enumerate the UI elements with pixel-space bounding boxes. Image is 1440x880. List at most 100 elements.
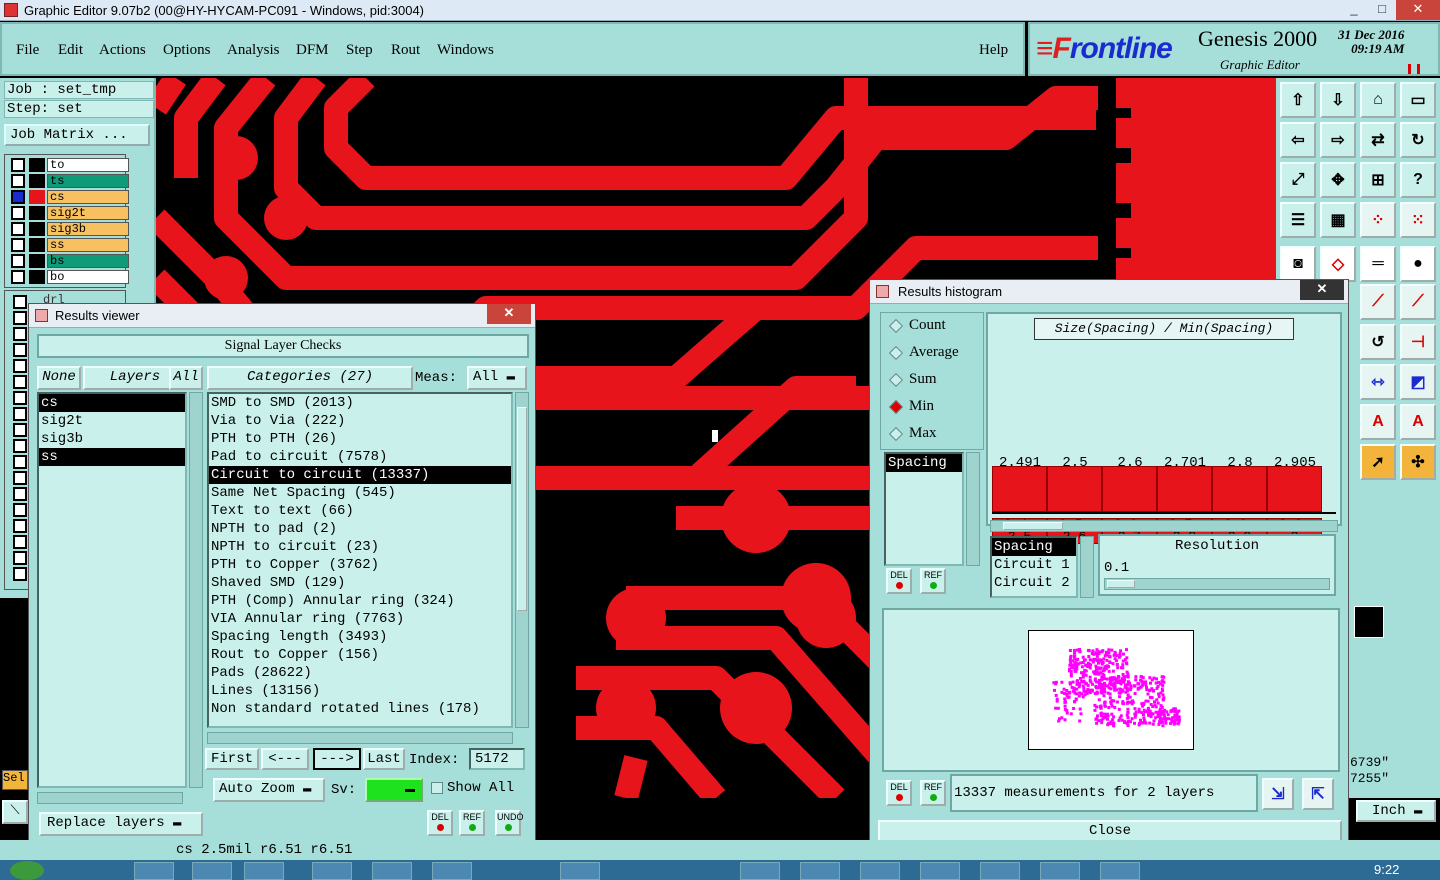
list-item[interactable]: Circuit to circuit (13337): [209, 466, 511, 484]
home-view-icon[interactable]: ⌂: [1360, 82, 1396, 118]
layer-checkbox[interactable]: [11, 270, 25, 284]
list-item[interactable]: PTH to Copper (3762): [209, 556, 511, 574]
menu-windows[interactable]: Windows: [437, 42, 494, 59]
snap-icon[interactable]: ⁘: [1360, 202, 1396, 238]
layer-checkbox[interactable]: [11, 158, 25, 172]
zoom-1-1-icon[interactable]: ⊞: [1360, 162, 1396, 198]
all-layers-button[interactable]: All: [169, 366, 203, 390]
layer-checkbox[interactable]: [13, 503, 27, 517]
layer-row[interactable]: ts: [11, 173, 129, 189]
list-item[interactable]: Via to Via (222): [209, 412, 511, 430]
settings-icon[interactable]: ☰: [1280, 202, 1316, 238]
layer-checkbox[interactable]: [13, 519, 27, 533]
index-input[interactable]: 5172: [469, 748, 525, 770]
results-viewer-close-button[interactable]: ✕: [487, 304, 531, 324]
export-icon[interactable]: ⇲: [1262, 778, 1294, 810]
first-button[interactable]: First: [205, 748, 259, 770]
list-item[interactable]: NPTH to circuit (23): [209, 538, 511, 556]
taskbar-item[interactable]: [192, 862, 232, 880]
layer-results-list[interactable]: cs sig2t sig3b ss: [37, 392, 187, 788]
radio-indicator[interactable]: [888, 318, 904, 333]
list-item[interactable]: cs: [39, 394, 185, 412]
close-button[interactable]: ✕: [1396, 0, 1440, 20]
next-button[interactable]: --->: [313, 748, 361, 770]
taskbar-item[interactable]: [860, 862, 900, 880]
grid-icon[interactable]: ▦: [1320, 202, 1356, 238]
line-tool-icon[interactable]: ⟋: [1360, 284, 1396, 320]
layer-checkbox[interactable]: [13, 551, 27, 565]
hist-del-button-2[interactable]: DEL: [886, 780, 912, 806]
undo-button[interactable]: UNDO: [495, 810, 524, 836]
histogram-bar[interactable]: [1267, 466, 1322, 512]
taskbar-item[interactable]: [980, 862, 1020, 880]
list-item[interactable]: Shaved SMD (129): [209, 574, 511, 592]
job-matrix-button[interactable]: Job Matrix ...: [4, 124, 150, 146]
list-item[interactable]: Text to text (66): [209, 502, 511, 520]
list-item[interactable]: sig3b: [39, 430, 185, 448]
ruler-icon[interactable]: ═: [1360, 246, 1396, 282]
attribute-scrollbar[interactable]: [966, 452, 980, 566]
category-scrollbar[interactable]: [515, 392, 529, 728]
list-item[interactable]: Spacing: [992, 538, 1076, 556]
taskbar-item[interactable]: [372, 862, 412, 880]
pan-left-icon[interactable]: ⇦: [1280, 122, 1316, 158]
histogram-bar[interactable]: [1047, 466, 1102, 512]
text-a-alt-icon[interactable]: A: [1400, 404, 1436, 440]
layer-checkbox[interactable]: [13, 423, 27, 437]
categories-button[interactable]: Categories (27): [207, 366, 413, 390]
arc-tool-icon[interactable]: ↺: [1360, 324, 1396, 360]
property-scrollbar[interactable]: [1080, 536, 1094, 598]
segment-tool-icon[interactable]: ⟋: [1400, 284, 1436, 320]
histogram-hscrollbar[interactable]: [990, 520, 1338, 532]
layer-checkbox[interactable]: [11, 190, 25, 204]
resolution-slider[interactable]: [1104, 578, 1330, 590]
category-list[interactable]: SMD to SMD (2013) Via to Via (222) PTH to …: [207, 392, 513, 728]
layer-checkbox[interactable]: [13, 295, 27, 309]
histogram-bar[interactable]: [1212, 466, 1267, 512]
list-item[interactable]: Circuit 2: [992, 574, 1076, 592]
import-icon[interactable]: ⇱: [1302, 778, 1334, 810]
fill-mode-icon[interactable]: ◙: [1280, 246, 1316, 282]
minimize-button[interactable]: _: [1340, 0, 1368, 20]
layer-checkbox[interactable]: [13, 343, 27, 357]
radio-indicator[interactable]: [888, 345, 904, 360]
radio-average[interactable]: Average: [888, 344, 959, 361]
radio-indicator[interactable]: [888, 399, 904, 414]
radio-sum[interactable]: Sum: [888, 371, 937, 388]
list-item[interactable]: Rout to Copper (156): [209, 646, 511, 664]
layer-row[interactable]: to: [11, 157, 129, 173]
layer-checkbox[interactable]: [13, 439, 27, 453]
show-all-checkbox[interactable]: [431, 782, 443, 794]
list-item[interactable]: Pad to circuit (7578): [209, 448, 511, 466]
layer-row[interactable]: sig2t: [11, 205, 129, 221]
drc-marker[interactable]: [712, 430, 718, 442]
list-item[interactable]: ss: [39, 448, 185, 466]
taskbar-item[interactable]: [740, 862, 780, 880]
query-icon[interactable]: ?: [1400, 162, 1436, 198]
layer-list-hscrollbar[interactable]: [37, 792, 183, 804]
layer-row[interactable]: cs: [11, 189, 129, 205]
pad-icon[interactable]: ●: [1400, 246, 1436, 282]
taskbar-item[interactable]: [800, 862, 840, 880]
taskbar-item[interactable]: [1100, 862, 1140, 880]
redraw-icon[interactable]: ↻: [1400, 122, 1436, 158]
menu-analysis[interactable]: Analysis: [227, 42, 280, 59]
meas-select[interactable]: All ▬: [467, 366, 527, 390]
list-item[interactable]: PTH (Comp) Annular ring (324): [209, 592, 511, 610]
layer-checkbox[interactable]: [11, 254, 25, 268]
pan-up-icon[interactable]: ⇧: [1280, 82, 1316, 118]
sv-select[interactable]: ▬: [365, 778, 423, 802]
menu-step[interactable]: Step: [346, 42, 373, 59]
select-move-icon[interactable]: ✣: [1400, 444, 1436, 480]
shapes-icon[interactable]: ◩: [1400, 364, 1436, 400]
layer-checkbox[interactable]: [11, 174, 25, 188]
layer-checkbox[interactable]: [13, 455, 27, 469]
taskbar-item[interactable]: [920, 862, 960, 880]
layer-checkbox[interactable]: [11, 206, 25, 220]
list-item[interactable]: VIA Annular ring (7763): [209, 610, 511, 628]
pan-down-icon[interactable]: ⇩: [1320, 82, 1356, 118]
layer-checkbox[interactable]: [13, 567, 27, 581]
start-button[interactable]: [10, 861, 44, 880]
radio-min[interactable]: Min: [888, 398, 934, 415]
menu-dfm[interactable]: DFM: [296, 42, 329, 59]
